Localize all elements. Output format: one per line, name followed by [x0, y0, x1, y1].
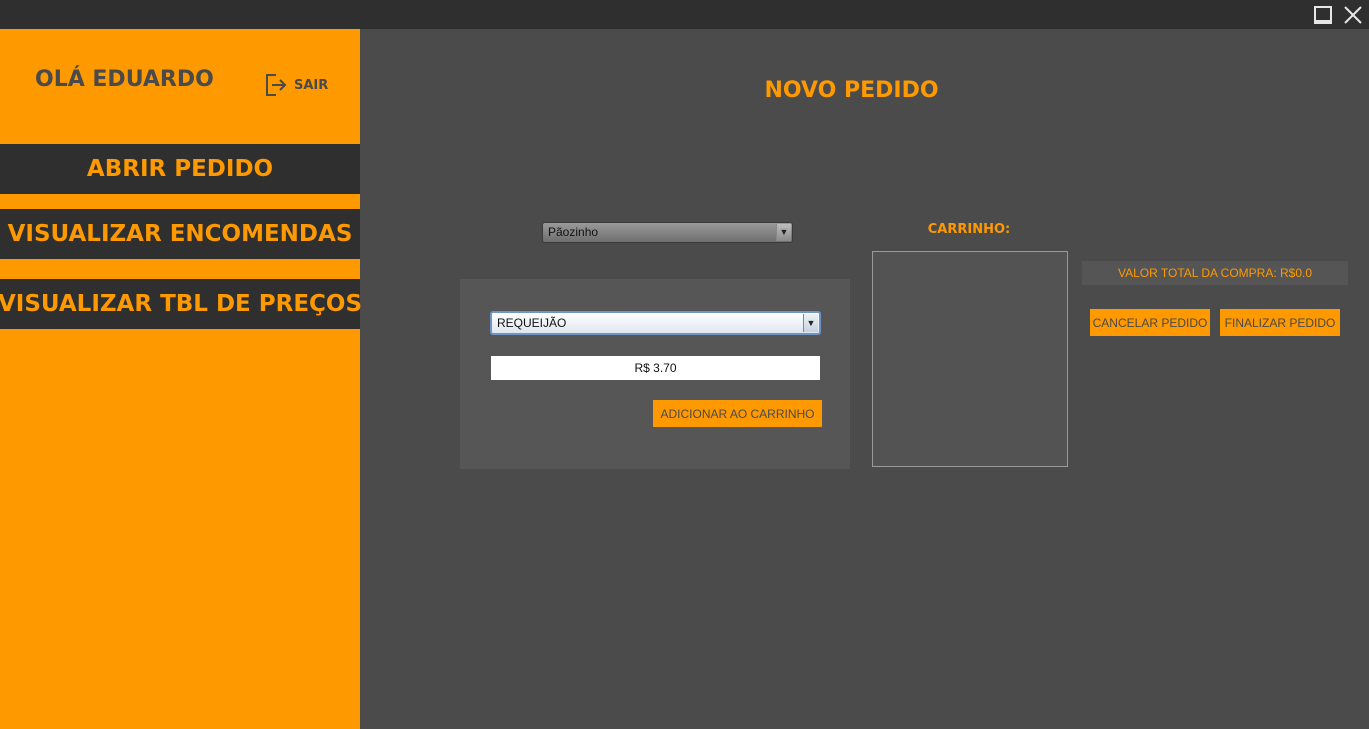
nav-visualizar-tbl-precos[interactable]: VISUALIZAR TBL DE PREÇOS: [0, 279, 362, 329]
close-button[interactable]: [1342, 4, 1364, 26]
total-label: VALOR TOTAL DA COMPRA: R$0.0: [1082, 261, 1348, 285]
logout-icon: [266, 74, 287, 96]
cart-title: CARRINHO:: [927, 222, 1011, 237]
price-field[interactable]: R$ 3.70: [491, 356, 820, 380]
item-select[interactable]: REQUEIJÃO ▼: [490, 311, 821, 335]
maximize-button[interactable]: [1312, 4, 1334, 26]
page-title: NOVO PEDIDO: [764, 78, 939, 103]
dropdown-arrow-icon: ▼: [803, 314, 818, 332]
add-to-cart-button[interactable]: ADICIONAR AO CARRINHO: [653, 400, 822, 427]
cancel-order-button[interactable]: CANCELAR PEDIDO: [1090, 309, 1210, 336]
user-greeting: OLÁ EDUARDO: [35, 67, 214, 92]
title-bar: [0, 0, 1369, 29]
maximize-icon: [1314, 6, 1332, 24]
nav-visualizar-encomendas[interactable]: VISUALIZAR ENCOMENDAS: [0, 209, 360, 259]
cart-list[interactable]: [872, 251, 1068, 467]
close-icon: [1344, 6, 1362, 24]
bread-select[interactable]: Pãozinho ▼: [542, 222, 793, 243]
logout-label: SAIR: [294, 77, 329, 93]
sidebar: OLÁ EDUARDO SAIR ABRIR PEDIDO VISUALIZAR…: [0, 29, 362, 729]
item-select-value: REQUEIJÃO: [497, 316, 567, 330]
nav-abrir-pedido[interactable]: ABRIR PEDIDO: [0, 144, 360, 194]
dropdown-arrow-icon: ▼: [776, 224, 791, 241]
bread-select-value: Pãozinho: [548, 225, 599, 239]
logout-button[interactable]: SAIR: [264, 71, 328, 99]
finish-order-button[interactable]: FINALIZAR PEDIDO: [1220, 309, 1340, 336]
